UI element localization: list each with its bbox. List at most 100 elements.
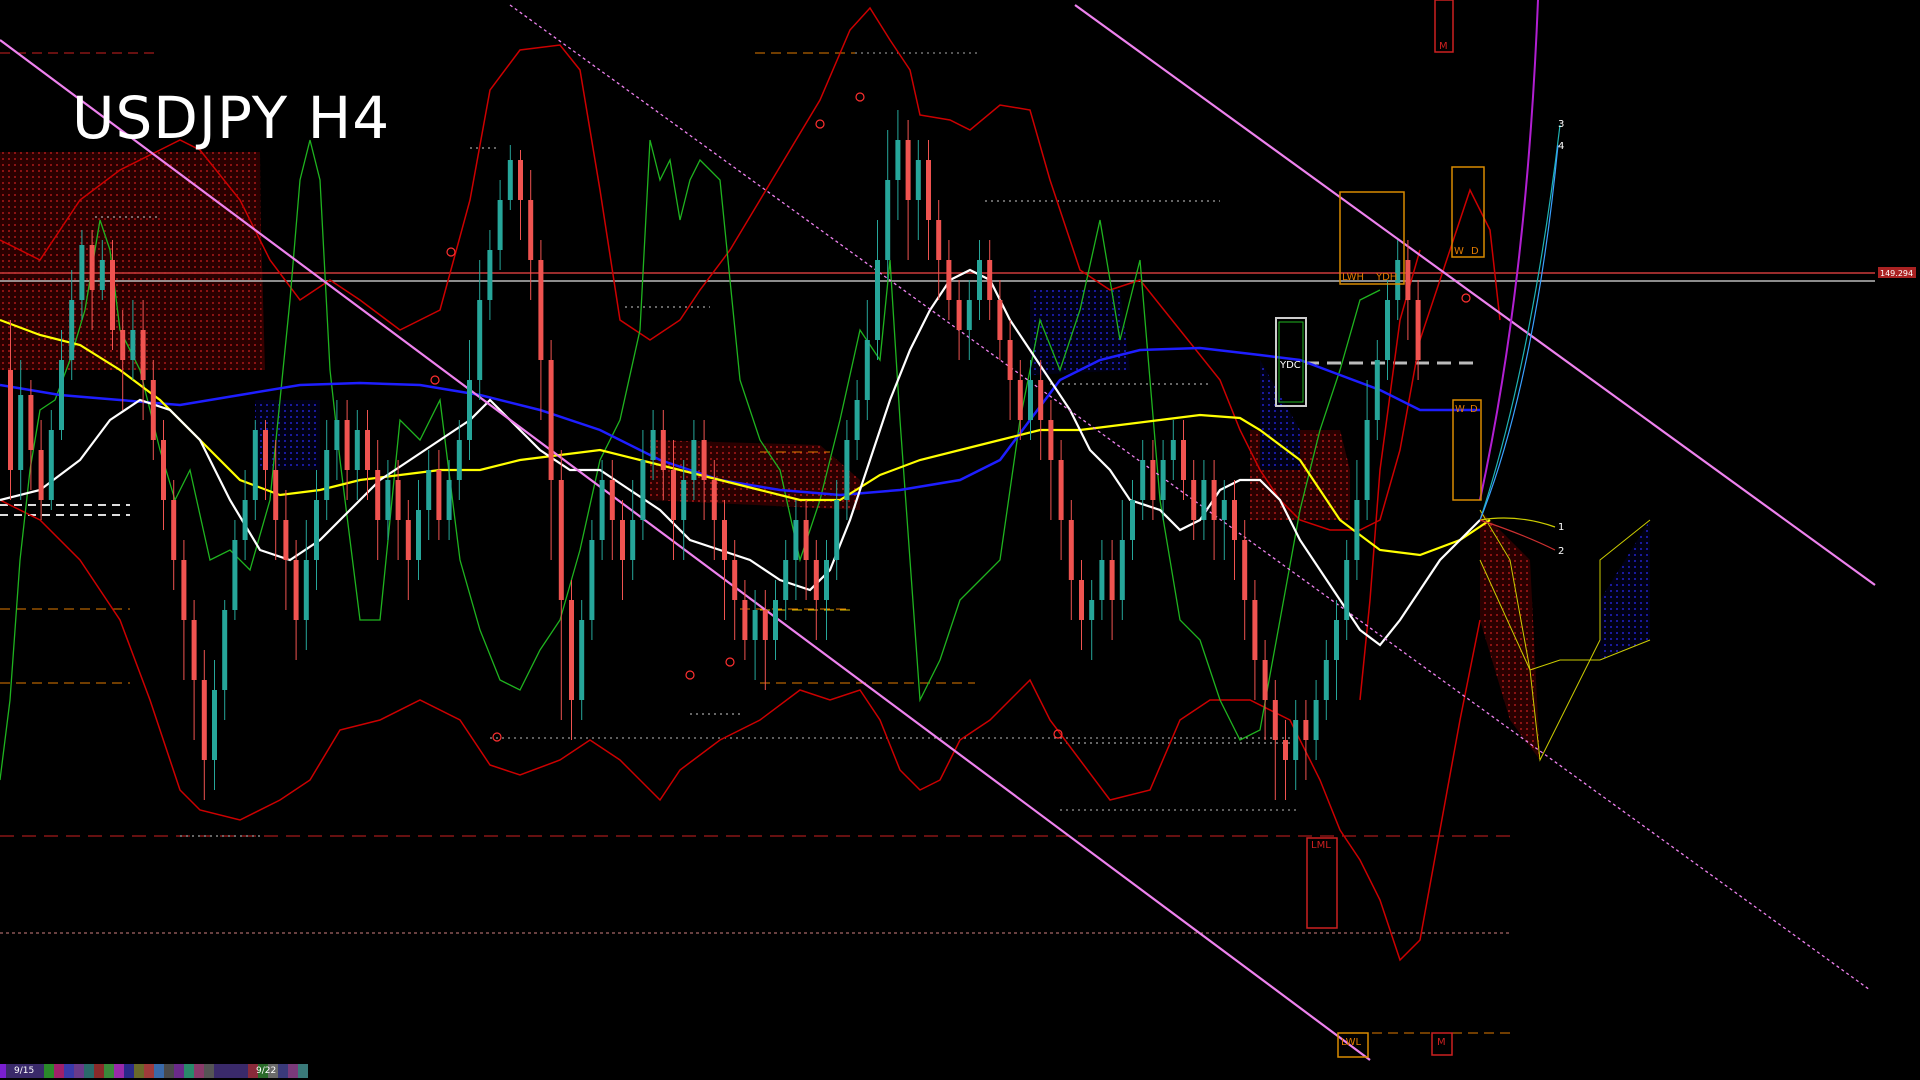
candle[interactable] bbox=[1252, 580, 1258, 700]
price-chart[interactable]: YDC LWH YDH W D W D M LML LWL M 149.294 … bbox=[0, 0, 1920, 1080]
candle[interactable] bbox=[946, 240, 952, 320]
candle[interactable] bbox=[1242, 520, 1248, 640]
candle[interactable] bbox=[936, 200, 942, 300]
candle[interactable] bbox=[48, 410, 54, 510]
candle[interactable] bbox=[640, 430, 646, 540]
candle[interactable] bbox=[803, 500, 809, 600]
candle[interactable] bbox=[926, 140, 931, 260]
candle[interactable] bbox=[599, 460, 605, 560]
candle[interactable] bbox=[722, 500, 727, 620]
candle[interactable] bbox=[1293, 700, 1299, 790]
candle[interactable] bbox=[1313, 680, 1319, 760]
candle[interactable] bbox=[1140, 440, 1146, 520]
candle[interactable] bbox=[558, 450, 564, 720]
candle[interactable] bbox=[773, 580, 778, 660]
candle[interactable] bbox=[538, 240, 544, 420]
candle[interactable] bbox=[1038, 360, 1044, 460]
candle[interactable] bbox=[905, 120, 911, 260]
candle[interactable] bbox=[762, 590, 768, 690]
candle[interactable] bbox=[375, 440, 381, 560]
candle[interactable] bbox=[977, 240, 982, 320]
candle[interactable] bbox=[467, 340, 472, 460]
candle[interactable] bbox=[436, 450, 442, 540]
candle[interactable] bbox=[1201, 460, 1207, 540]
candle[interactable] bbox=[1354, 460, 1360, 580]
candle[interactable] bbox=[171, 480, 177, 590]
candle[interactable] bbox=[416, 480, 421, 580]
candle[interactable] bbox=[1089, 580, 1095, 660]
candle[interactable] bbox=[1272, 680, 1278, 800]
candle[interactable] bbox=[1374, 340, 1380, 440]
candle[interactable] bbox=[212, 660, 217, 790]
candle[interactable] bbox=[201, 650, 207, 800]
candle[interactable] bbox=[1058, 440, 1064, 560]
candle[interactable] bbox=[1405, 240, 1411, 340]
candle[interactable] bbox=[1262, 640, 1268, 740]
candle[interactable] bbox=[222, 600, 228, 720]
candle[interactable] bbox=[783, 540, 789, 620]
candle[interactable] bbox=[1007, 320, 1013, 420]
candle[interactable] bbox=[824, 540, 829, 640]
candle[interactable] bbox=[405, 500, 411, 600]
candle[interactable] bbox=[895, 110, 901, 220]
candle[interactable] bbox=[181, 540, 187, 680]
candle[interactable] bbox=[548, 340, 554, 560]
candle[interactable] bbox=[344, 400, 350, 500]
candle[interactable] bbox=[456, 420, 462, 500]
candle[interactable] bbox=[569, 580, 574, 740]
candle[interactable] bbox=[518, 150, 523, 240]
candle[interactable] bbox=[589, 520, 595, 640]
candle[interactable] bbox=[1068, 500, 1074, 620]
candle[interactable] bbox=[426, 450, 432, 540]
candle[interactable] bbox=[354, 410, 360, 500]
candle[interactable] bbox=[956, 280, 962, 360]
candle[interactable] bbox=[813, 540, 819, 640]
candle[interactable] bbox=[1181, 420, 1186, 500]
candle[interactable] bbox=[1385, 280, 1390, 380]
candle[interactable] bbox=[1334, 600, 1339, 700]
candle[interactable] bbox=[446, 460, 452, 540]
candle[interactable] bbox=[1232, 480, 1237, 580]
candle[interactable] bbox=[1303, 700, 1309, 780]
candle[interactable] bbox=[630, 480, 636, 580]
candle[interactable] bbox=[1170, 420, 1176, 480]
timeline-bar[interactable]: 9/15 9/22 bbox=[0, 1064, 362, 1078]
candle[interactable] bbox=[1109, 540, 1115, 640]
candle[interactable] bbox=[283, 490, 289, 610]
candle[interactable] bbox=[1344, 540, 1350, 640]
candle[interactable] bbox=[191, 600, 197, 740]
candle[interactable] bbox=[1099, 540, 1105, 620]
candle[interactable] bbox=[18, 360, 24, 500]
candle[interactable] bbox=[1191, 460, 1197, 540]
candle[interactable] bbox=[324, 420, 330, 520]
candle[interactable] bbox=[487, 230, 493, 320]
candle[interactable] bbox=[161, 420, 166, 530]
candle[interactable] bbox=[915, 140, 921, 240]
candle[interactable] bbox=[609, 460, 615, 560]
candle[interactable] bbox=[1048, 400, 1054, 520]
candle[interactable] bbox=[1415, 280, 1421, 380]
candle[interactable] bbox=[1130, 480, 1135, 560]
candle[interactable] bbox=[1364, 380, 1370, 520]
candle[interactable] bbox=[232, 520, 238, 620]
candle[interactable] bbox=[252, 420, 258, 520]
candle[interactable] bbox=[854, 380, 860, 460]
candle[interactable] bbox=[150, 360, 156, 460]
candle[interactable] bbox=[864, 300, 870, 420]
candle[interactable] bbox=[966, 280, 972, 360]
candle[interactable] bbox=[1221, 480, 1227, 560]
candle[interactable] bbox=[507, 145, 513, 210]
candle[interactable] bbox=[1119, 500, 1125, 620]
candle[interactable] bbox=[875, 220, 880, 360]
candle[interactable] bbox=[365, 410, 370, 500]
candle[interactable] bbox=[987, 240, 993, 320]
candle[interactable] bbox=[701, 420, 707, 520]
candle[interactable] bbox=[1283, 720, 1288, 800]
candle[interactable] bbox=[1079, 560, 1084, 650]
candle[interactable] bbox=[303, 520, 309, 650]
candle[interactable] bbox=[579, 600, 585, 720]
candle[interactable] bbox=[1323, 640, 1329, 720]
candle[interactable] bbox=[620, 500, 625, 600]
candle[interactable] bbox=[314, 470, 319, 590]
candle[interactable] bbox=[497, 180, 503, 270]
